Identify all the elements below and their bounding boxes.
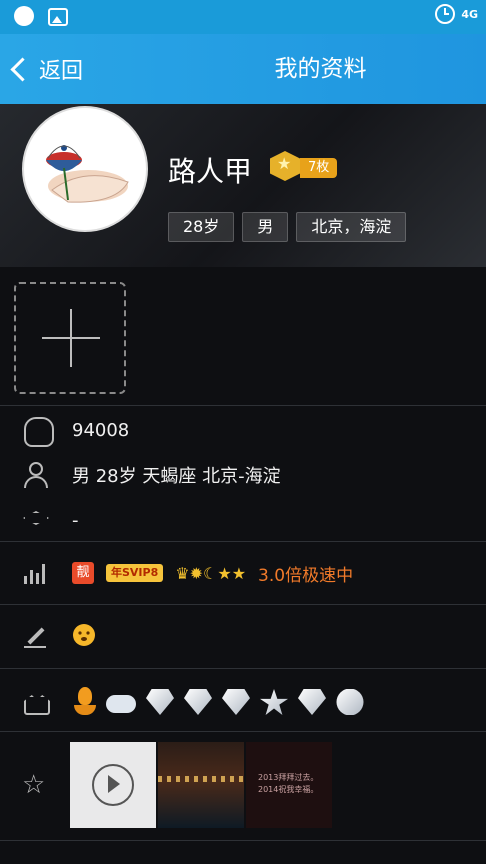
thumb-caption-line: 2013拜拜过去。 [258, 773, 319, 782]
crown-outline-icon [22, 689, 50, 715]
qq-number-row: 94008 [0, 414, 486, 447]
photo-thumbnails: 2013拜拜过去。 2014祝我幸福。 [70, 742, 332, 828]
star-icon: ★ [217, 563, 232, 583]
svip-badge[interactable]: 年SVIP8 [106, 564, 164, 582]
basic-info: 男 28岁 天蝎座 北京-海淀 [72, 466, 281, 487]
medal-icon[interactable] [270, 151, 300, 181]
star-icon: ★ [231, 563, 247, 583]
school-value: - [72, 509, 79, 531]
medal-count[interactable]: 7枚 [300, 158, 338, 178]
signature-row[interactable] [0, 620, 486, 654]
title-bar: 返回 我的资料 [0, 34, 486, 104]
level-icons[interactable]: ♛✹☾★★ [175, 563, 246, 584]
avatar-illustration [46, 145, 129, 203]
photo-thumbnail[interactable]: 2013拜拜过去。 2014祝我幸福。 [246, 742, 332, 828]
play-icon [92, 764, 134, 806]
photo-thumbnail[interactable] [158, 742, 244, 828]
privileges-row[interactable]: 靓 年SVIP8 ♛✹☾★★ 3.0倍极速中 [0, 556, 486, 590]
diamond-lv2-icon [182, 687, 214, 717]
liang-badge[interactable]: 靓 [72, 562, 94, 584]
status-bar: 4G [0, 0, 486, 34]
profile-tags: 28岁 男 北京，海淀 [168, 212, 407, 242]
diamond-lv1-icon [144, 687, 176, 717]
diamond-icon [220, 687, 252, 717]
graduation-cap-icon [22, 507, 49, 533]
alarm-clock-icon [435, 4, 456, 24]
profile-header: 路人甲 7枚 28岁 男 北京，海淀 [0, 104, 486, 267]
diamond-pink-icon [296, 687, 328, 717]
photo-thumbnail[interactable] [70, 742, 156, 828]
divider [0, 840, 486, 841]
speed-status: 3.0倍极速中 [258, 565, 354, 586]
network-indicator: 4G [461, 7, 478, 21]
bar-chart-icon [22, 560, 48, 586]
image-notification-icon [48, 8, 68, 26]
divider [0, 405, 486, 406]
avatar[interactable] [22, 106, 148, 232]
lightning-gem-icon [334, 687, 366, 717]
sun-icon: ✹ [189, 563, 203, 583]
pencil-icon [22, 624, 48, 650]
smiley-emoji-icon [73, 623, 95, 646]
gems-row[interactable] [0, 684, 486, 720]
cloud-badge-icon [104, 689, 138, 715]
page-title: 我的资料 [274, 56, 367, 82]
divider [0, 668, 486, 669]
person-icon [22, 462, 48, 488]
star-gem-icon [258, 687, 290, 717]
basic-info-row: 男 28岁 天蝎座 北京-海淀 [0, 459, 486, 491]
add-photo-button[interactable] [14, 282, 126, 394]
divider [0, 731, 486, 732]
crown-icon: ♛ [175, 563, 190, 583]
divider [0, 541, 486, 542]
gender-tag: 男 [242, 212, 289, 242]
qq-number: 94008 [72, 419, 130, 441]
gem-list [72, 687, 366, 717]
chat-notification-icon [14, 6, 34, 26]
star-outline-icon: ☆ [22, 770, 46, 800]
age-tag: 28岁 [168, 212, 235, 242]
profile-name: 路人甲 [168, 155, 253, 188]
school-row: - [0, 504, 486, 536]
location-tag: 北京，海淀 [296, 212, 407, 242]
signature-emoji [72, 623, 96, 652]
penguin-icon [24, 417, 54, 447]
divider [0, 604, 486, 605]
moon-icon: ☾ [203, 563, 218, 583]
fire-badge-icon [72, 687, 98, 717]
thumb-caption-line: 2014祝我幸福。 [258, 785, 319, 794]
